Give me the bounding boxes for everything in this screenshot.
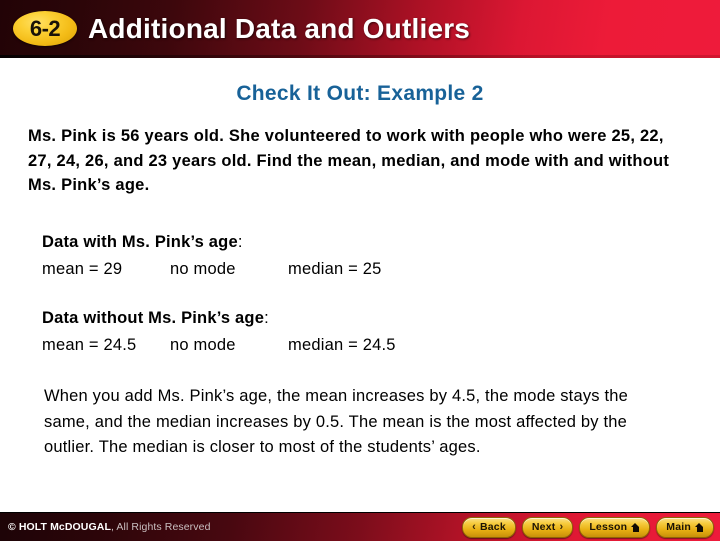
- main-button[interactable]: Main: [656, 516, 714, 538]
- conclusion-paragraph: When you add Ms. Pink’s age, the mean in…: [44, 387, 629, 456]
- navigation-buttons: ‹ Back Next › Lesson Main: [462, 513, 714, 541]
- answer-label-colon: :: [237, 233, 243, 251]
- slide-content-area: Check It Out: Example 2 Ms. Pink is 56 y…: [0, 58, 720, 512]
- copyright-notice: © HOLT McDOUGAL , All Rights Reserved: [8, 513, 211, 541]
- stat-mean: mean = 24.5: [42, 336, 137, 354]
- answer-label-without-age: Data without Ms. Pink’s age:: [42, 306, 662, 330]
- stat-mean: mean = 29: [42, 260, 123, 278]
- main-button-label: Main: [666, 520, 691, 533]
- problem-statement: Ms. Pink is 56 years old. She volunteere…: [28, 127, 670, 194]
- stat-median: median = 24.5: [288, 336, 396, 354]
- stat-mode: no mode: [170, 260, 236, 278]
- next-button-label: Next: [531, 520, 556, 533]
- lesson-number-badge: 6-2: [13, 11, 77, 46]
- stat-median: median = 25: [288, 260, 382, 278]
- answer-label-with-age: Data with Ms. Pink’s age:: [42, 230, 662, 254]
- slide-footer: © HOLT McDOUGAL , All Rights Reserved ‹ …: [0, 512, 720, 541]
- answer-block-with-age: Data with Ms. Pink’s age: mean = 29 no m…: [42, 230, 662, 282]
- slide-header: 6-2 Additional Data and Outliers: [0, 0, 720, 58]
- back-button[interactable]: ‹ Back: [462, 516, 516, 538]
- page-title: Additional Data and Outliers: [88, 13, 471, 44]
- copyright-rights: , All Rights Reserved: [110, 521, 211, 533]
- answer-label-colon: :: [264, 309, 269, 327]
- stat-mode: no mode: [170, 336, 236, 354]
- example-heading: Check It Out: Example 2: [236, 82, 484, 105]
- chevron-right-icon: ›: [559, 520, 564, 533]
- next-button[interactable]: Next ›: [521, 516, 574, 538]
- home-icon: [695, 522, 704, 532]
- answer-label-text: Data with Ms. Pink’s age: [42, 233, 238, 251]
- lesson-button[interactable]: Lesson: [579, 516, 651, 538]
- copyright-brand: © HOLT McDOUGAL: [8, 521, 111, 533]
- back-button-label: Back: [479, 520, 506, 533]
- lesson-button-label: Lesson: [589, 520, 628, 533]
- home-icon: [631, 522, 640, 532]
- answer-values-without-age: mean = 24.5 no mode median = 24.5: [42, 332, 662, 358]
- answer-values-with-age: mean = 29 no mode median = 25: [42, 256, 662, 282]
- answer-block-without-age: Data without Ms. Pink’s age: mean = 24.5…: [42, 306, 662, 358]
- answer-label-text: Data without Ms. Pink’s age: [42, 309, 265, 327]
- chevron-left-icon: ‹: [472, 520, 476, 533]
